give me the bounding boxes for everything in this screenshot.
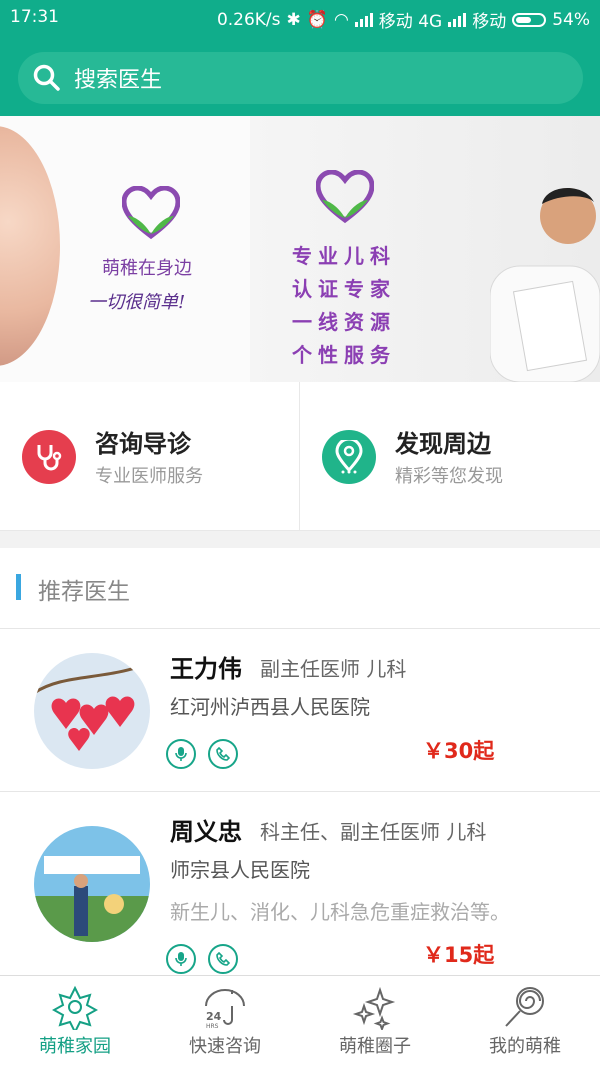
location-pin-icon: [322, 430, 376, 484]
feature-title: 发现周边: [395, 430, 491, 458]
heart-logo-icon: [122, 186, 180, 240]
flower-icon: [52, 985, 98, 1030]
promo-line-1: 专业儿科: [292, 244, 396, 268]
search-icon: [33, 64, 60, 91]
app-header: 17:31 0.26K/s ✱ ⏰ ◠ 移动 4G 移动 54% 搜索医生: [0, 0, 600, 116]
heart-logo-icon: [316, 170, 374, 224]
promo-line-4: 个性服务: [292, 343, 396, 367]
doctor-avatar: [34, 653, 150, 769]
nav-label: 萌稚圈子: [339, 1036, 411, 1057]
doctor-hospital: 师宗县人民医院: [170, 858, 310, 882]
search-placeholder: 搜索医生: [74, 68, 163, 93]
feature-cards: 咨询导诊 专业医师服务 发现周边 精彩等您发现: [0, 382, 600, 531]
consult-price: ￥15起: [423, 943, 495, 967]
service-icons: [166, 739, 238, 769]
doctor-list: 王力伟 副主任医师 儿科 红河州泸西县人民医院 ￥30起 周义忠 科主任、副主任…: [0, 629, 600, 977]
promo-banner[interactable]: 萌稚在身边 一切很简单! 专业儿科 认证专家 一线资源 个性服务: [0, 116, 600, 382]
doctor-avatar: [34, 826, 150, 942]
consult-guide-card[interactable]: 咨询导诊 专业医师服务: [0, 382, 300, 530]
search-bar[interactable]: 搜索医生: [18, 52, 583, 104]
signal-icon-2: [448, 12, 467, 27]
doctor-hospital: 红河州泸西县人民医院: [170, 695, 370, 719]
stethoscope-icon: [22, 430, 76, 484]
svg-text:24: 24: [206, 1010, 222, 1023]
doctor-photo: [490, 187, 600, 382]
slogan-line-1: 萌稚在身边: [102, 258, 192, 279]
section-accent-bar: [16, 574, 21, 600]
nav-label: 萌稚家园: [39, 1036, 111, 1057]
phone-consult-icon: [208, 944, 238, 974]
recommended-doctors-header: 推荐医生: [0, 548, 600, 629]
nav-circle[interactable]: 萌稚圈子: [300, 976, 450, 1068]
slogan-line-2: 一切很简单!: [88, 292, 186, 313]
nav-profile[interactable]: 我的萌稚: [450, 976, 600, 1068]
lollipop-icon: [505, 987, 544, 1027]
feature-title: 咨询导诊: [95, 430, 191, 458]
network-speed: 0.26K/s: [216, 9, 281, 30]
promo-line-3: 一线资源: [292, 310, 396, 334]
alarm-icon: ⏰: [306, 9, 328, 30]
doctor-name: 王力伟: [170, 655, 242, 683]
24hrs-umbrella-icon: 24 HRS: [205, 989, 245, 1030]
doctor-title: 科主任、副主任医师 儿科: [260, 820, 487, 844]
section-title: 推荐医生: [38, 579, 130, 605]
doctor-card[interactable]: 周义忠 科主任、副主任医师 儿科 师宗县人民医院 新生儿、消化、儿科急危重症救治…: [0, 792, 600, 977]
bluetooth-icon: ✱: [286, 9, 301, 30]
status-time: 17:31: [10, 7, 59, 27]
baby-photo: [0, 126, 60, 366]
banner-slide-left: 萌稚在身边 一切很简单!: [0, 116, 250, 382]
doctor-title: 副主任医师 儿科: [260, 657, 407, 681]
feature-subtitle: 专业医师服务: [95, 466, 203, 487]
carrier-1: 移动 4G: [378, 12, 443, 32]
promo-line-2: 认证专家: [292, 277, 396, 301]
nav-quick-consult[interactable]: 24 HRS 快速咨询: [150, 976, 300, 1068]
service-icons: [166, 944, 238, 974]
signal-icon: [354, 12, 373, 27]
doctor-card[interactable]: 王力伟 副主任医师 儿科 红河州泸西县人民医院 ￥30起: [0, 629, 600, 792]
voice-consult-icon: [166, 739, 196, 769]
nav-label: 快速咨询: [189, 1036, 261, 1057]
carrier-2: 移动: [472, 12, 507, 32]
bottom-nav: 萌稚家园 24 HRS 快速咨询 萌稚圈子 我的萌稚: [0, 975, 600, 1068]
nav-home[interactable]: 萌稚家园: [0, 976, 150, 1068]
feature-subtitle: 精彩等您发现: [395, 466, 503, 487]
consult-price: ￥30起: [423, 739, 495, 763]
discover-nearby-card[interactable]: 发现周边 精彩等您发现: [300, 382, 599, 530]
doctor-name: 周义忠: [170, 818, 242, 846]
status-bar: 17:31 0.26K/s ✱ ⏰ ◠ 移动 4G 移动 54%: [0, 0, 600, 36]
sparkles-icon: [352, 986, 396, 1030]
svg-text:HRS: HRS: [206, 1023, 219, 1030]
voice-consult-icon: [166, 944, 196, 974]
phone-consult-icon: [208, 739, 238, 769]
battery-percent: 54%: [552, 9, 590, 30]
doctor-specialty: 新生儿、消化、儿科急危重症救治等。: [170, 900, 510, 924]
battery-icon: [512, 12, 547, 27]
wifi-icon: ◠: [333, 9, 349, 30]
nav-label: 我的萌稚: [489, 1036, 561, 1057]
